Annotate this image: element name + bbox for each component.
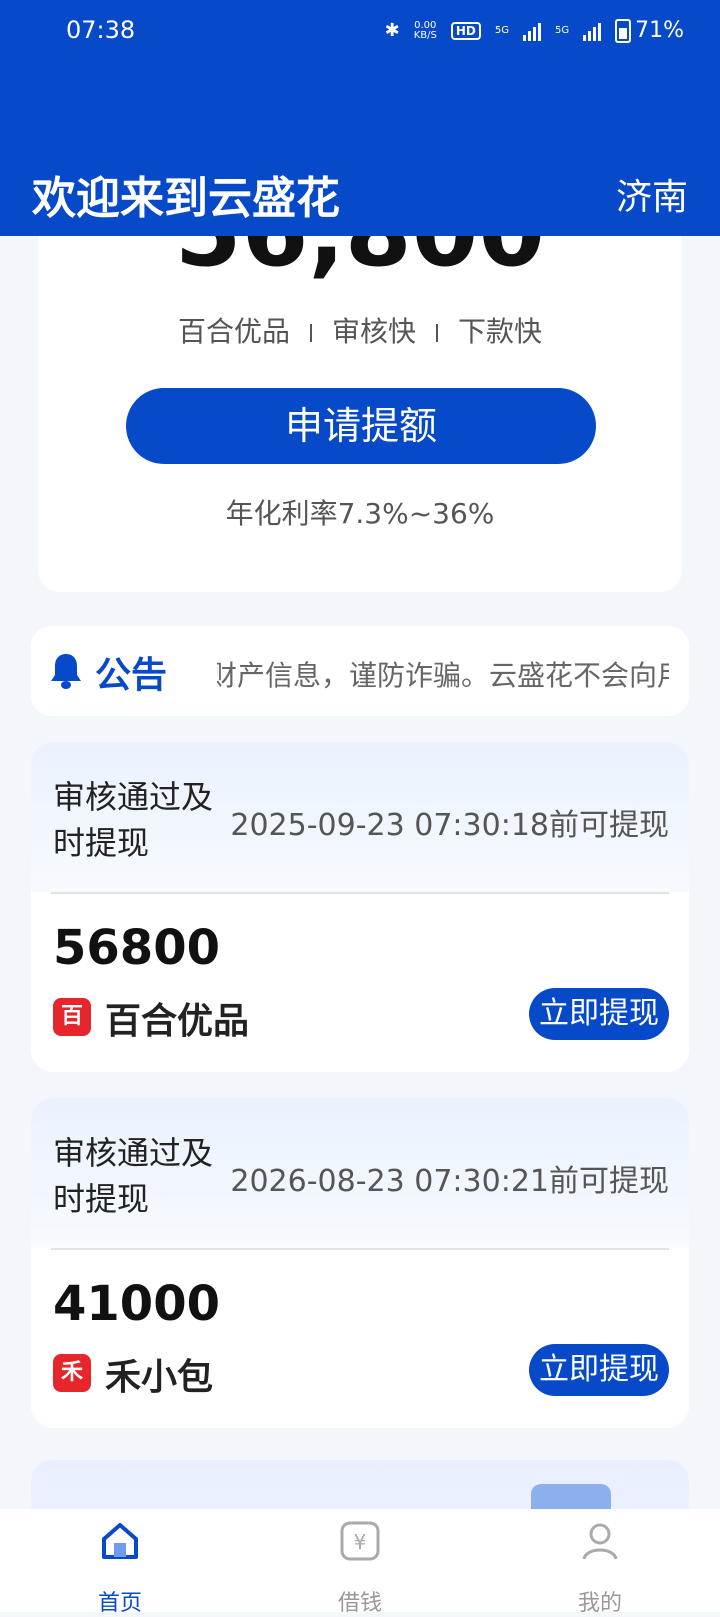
announcement-text: 财产信息，谨防诈骗。云盛花不会向用 [217, 659, 669, 692]
feature-row: 百合优品 审核快 下款快 [38, 310, 682, 350]
divider [436, 324, 438, 342]
battery-icon [615, 18, 632, 43]
announcement-bar[interactable]: 公告 财产信息，谨防诈骗。云盛花不会向用 [31, 626, 689, 716]
bottom-nav: 首页 ¥ 借钱 我的 [0, 1509, 720, 1616]
loan-amount: 41000 [53, 1276, 220, 1332]
loan-card: 审核通过及时提现 2025-09-23 07:30:18前可提现 56800 百… [31, 742, 689, 1072]
nav-item-me[interactable]: 我的 [540, 1519, 660, 1617]
yuan-icon: ¥ [340, 1521, 380, 1561]
page-header: 欢迎来到云盛花 济南 [0, 64, 720, 236]
nav-label: 首页 [97, 1591, 142, 1616]
network-speed: 0.00 KB/S [413, 20, 437, 41]
feature-item: 百合优品 [177, 315, 290, 348]
feature-item: 下款快 [458, 315, 543, 348]
withdraw-button[interactable]: 立即提现 [529, 1344, 669, 1396]
loan-status: 审核通过及时提现 [53, 1134, 214, 1218]
divider [51, 1248, 669, 1250]
lender-name: 百合优品 [105, 1001, 250, 1042]
lender-logo-icon: 禾 [53, 1354, 91, 1392]
apply-increase-button[interactable]: 申请提额 [126, 388, 596, 464]
loan-status: 审核通过及时提现 [53, 778, 214, 862]
feature-item: 审核快 [331, 315, 416, 348]
home-icon [102, 1523, 138, 1559]
page-title: 欢迎来到云盛花 [32, 173, 340, 224]
withdraw-button[interactable]: 立即提现 [529, 988, 669, 1040]
loan-deadline: 2025-09-23 07:30:18前可提现 [230, 808, 669, 843]
sim1-label: 5G [494, 25, 509, 36]
nav-item-home[interactable]: 首页 [60, 1519, 180, 1617]
loan-card: 审核通过及时提现 2026-08-23 07:30:21前可提现 41000 禾… [31, 1098, 689, 1428]
network-speed-unit: KB/S [413, 29, 437, 41]
status-bar: 07:38 ✱ 0.00 KB/S HD 5G 5G 71% [0, 0, 720, 64]
nav-label: 借钱 [337, 1591, 382, 1616]
battery-level: 71% [635, 18, 684, 43]
signal-icon [522, 21, 541, 41]
bluetooth-icon: ✱ [384, 20, 400, 41]
loan-deadline: 2026-08-23 07:30:21前可提现 [230, 1164, 669, 1199]
nav-label: 我的 [577, 1591, 622, 1616]
nav-item-borrow[interactable]: ¥ 借钱 [300, 1519, 420, 1617]
loan-amount: 56800 [53, 920, 220, 976]
svg-text:¥: ¥ [354, 1530, 367, 1554]
interest-rate-text: 年化利率7.3%~36% [225, 497, 495, 530]
lender-logo-icon: 百 [53, 998, 91, 1036]
hd-icon: HD [450, 21, 481, 40]
credit-card: 56,800 百合优品审核快下款快 申请提额 年化利率7.3%~36% [38, 176, 682, 592]
bell-icon [51, 654, 81, 689]
signal-icon [583, 21, 602, 41]
divider [309, 324, 312, 342]
city-selector[interactable]: 济南 [616, 168, 688, 220]
status-time: 07:38 [66, 16, 136, 44]
divider [51, 892, 669, 894]
status-icons: ✱ 0.00 KB/S HD 5G 5G 71% [385, 18, 684, 43]
user-icon [582, 1523, 618, 1560]
announcement-label: 公告 [95, 655, 168, 696]
lender-name: 禾小包 [105, 1357, 214, 1398]
sim2-label: 5G [554, 25, 570, 36]
announcement-text-window: 财产信息，谨防诈骗。云盛花不会向用 [217, 654, 669, 694]
